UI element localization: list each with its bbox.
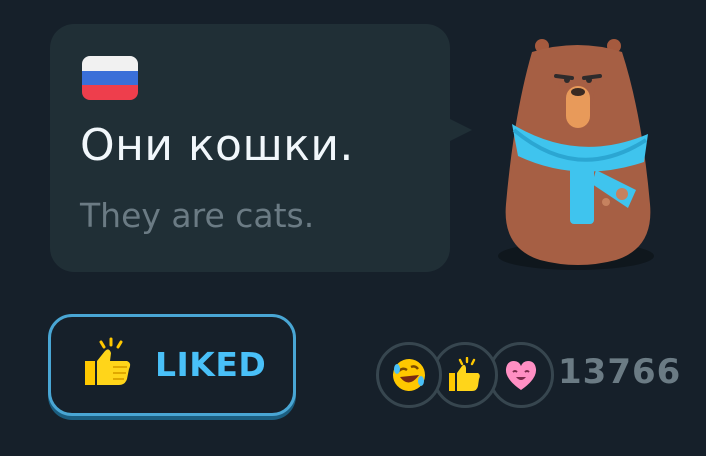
bear-character-icon <box>498 39 654 270</box>
laughing-emoji-reaction <box>376 342 442 408</box>
liked-label: LIKED <box>155 345 267 384</box>
speech-bubble-tail <box>448 118 472 142</box>
heart-eyes-emoji-icon <box>505 361 537 390</box>
translation-text: They are cats. <box>80 196 315 235</box>
russia-flag-icon <box>82 56 138 100</box>
laughing-emoji-icon <box>393 359 425 391</box>
reaction-count: 13766 <box>558 352 682 392</box>
thumbs-up-emoji-icon <box>449 357 480 391</box>
thumbs-up-icon <box>85 337 131 385</box>
sentence-text[interactable]: Они кошки. <box>80 120 354 171</box>
reactions-group[interactable] <box>376 342 576 414</box>
liked-button[interactable]: LIKED <box>48 314 296 416</box>
